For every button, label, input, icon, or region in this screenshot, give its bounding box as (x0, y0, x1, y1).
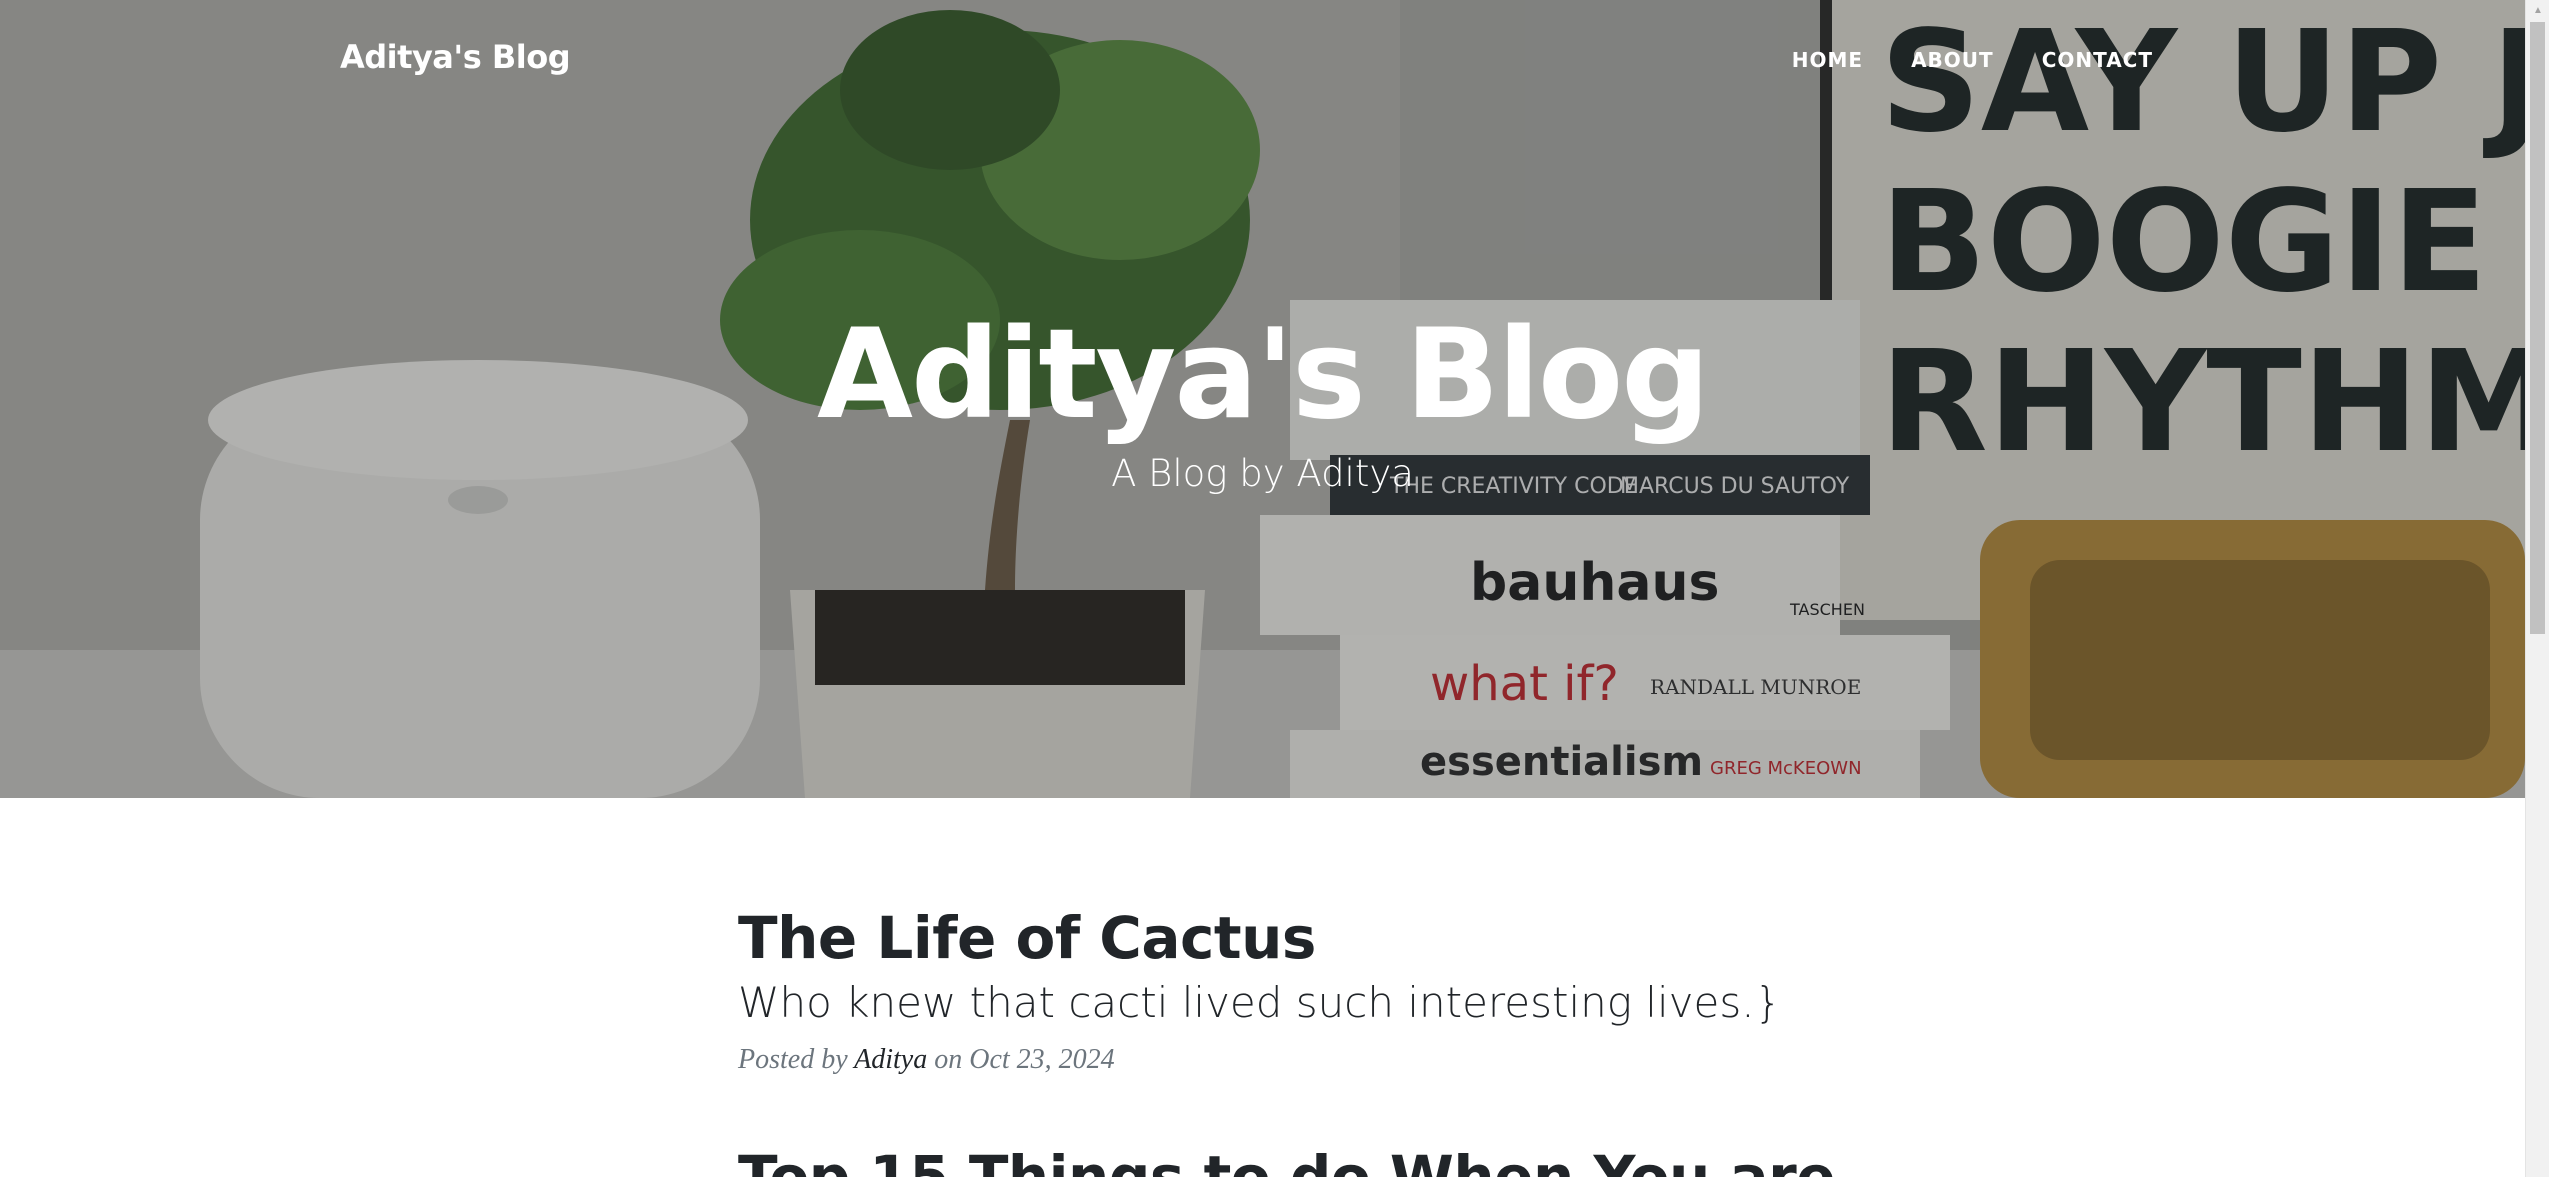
hero-title: Aditya's Blog (817, 303, 1710, 447)
post-meta-prefix: Posted by (738, 1044, 848, 1076)
post-subtitle[interactable]: Who knew that cacti lived such interesti… (738, 976, 1788, 1031)
post-author-link[interactable]: Aditya (854, 1044, 927, 1075)
post-meta-on: on (934, 1044, 963, 1076)
nav-link-about[interactable]: ABOUT (1911, 48, 1994, 72)
site-heading: Aditya's Blog A Blog by Aditya (0, 300, 2525, 495)
navbar-brand[interactable]: Aditya's Blog (340, 38, 571, 76)
post-meta: Posted by Aditya on Oct 23, 2024 (738, 1044, 1788, 1076)
scrollbar-thumb[interactable] (2530, 22, 2545, 634)
main-navbar: Aditya's Blog HOME ABOUT CONTACT (0, 0, 2525, 120)
nav-links: HOME ABOUT CONTACT (1792, 48, 2153, 72)
post-title[interactable]: The Life of Cactus (738, 905, 1788, 972)
nav-link-contact[interactable]: CONTACT (2042, 48, 2153, 72)
post-date: Oct 23, 2024 (969, 1044, 1115, 1076)
hero-subtitle: A Blog by Aditya (1111, 452, 1414, 495)
nav-link-home[interactable]: HOME (1792, 48, 1863, 72)
post-title[interactable]: Top 15 Things to do When You are (738, 1143, 1836, 1177)
scroll-up-arrow-icon[interactable]: ▲ (2526, 0, 2549, 20)
post-preview[interactable]: The Life of Cactus Who knew that cacti l… (738, 905, 1788, 1076)
post-list: The Life of Cactus Who knew that cacti l… (738, 905, 1836, 1177)
vertical-scrollbar[interactable]: ▲ (2525, 0, 2549, 1177)
